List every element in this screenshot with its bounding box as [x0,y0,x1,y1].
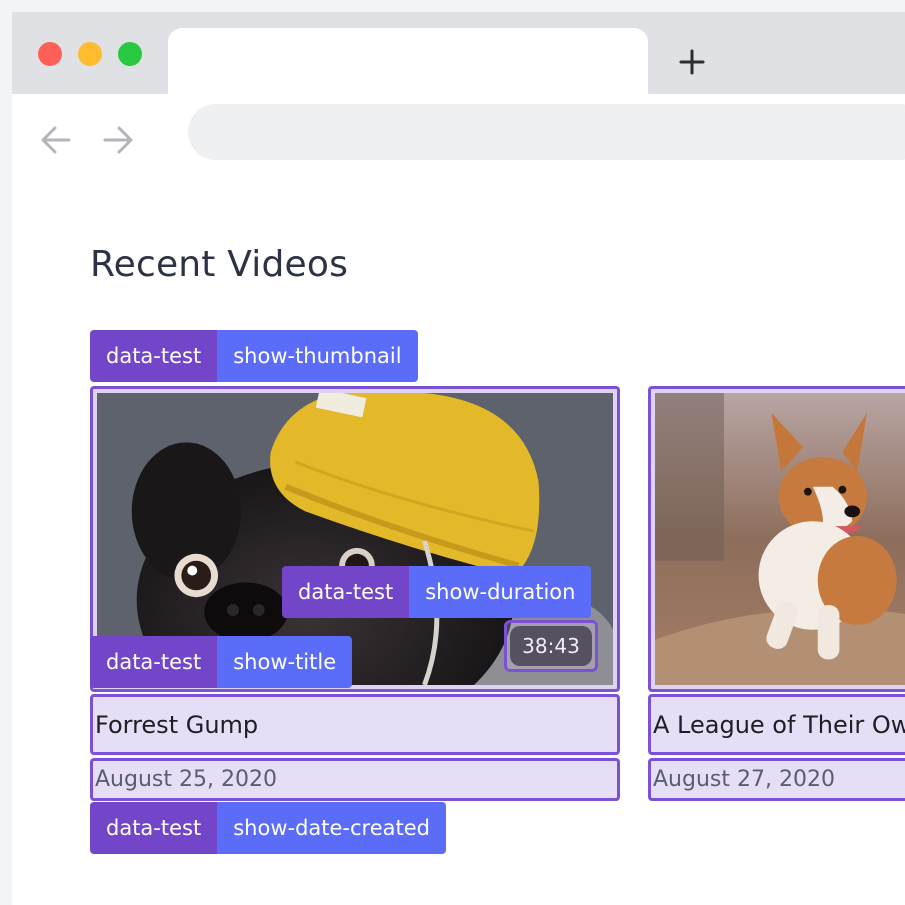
page-title: Recent Videos [90,244,349,285]
new-tab-button[interactable] [672,42,712,82]
tag-value: show-date-created [217,802,446,854]
browser-toolbar [12,94,905,174]
tag-key: data-test [90,802,218,854]
tag-value: show-title [217,636,353,688]
browser-window: Recent Videos data-test show-thumbnail d… [12,12,905,905]
maximize-window-button[interactable] [118,42,142,66]
minimize-window-button[interactable] [78,42,102,66]
video-title[interactable]: Forrest Gump [90,694,620,755]
tag-key: data-test [282,566,410,618]
video-date-text: August 27, 2020 [653,767,835,792]
tag-show-thumbnail: data-test show-thumbnail [90,330,418,382]
tag-value: show-thumbnail [217,330,418,382]
back-button[interactable] [36,120,76,160]
arrow-left-icon [41,126,71,154]
tag-key: data-test [90,330,218,382]
video-title[interactable]: A League of Their Own [648,694,905,755]
tag-key: data-test [90,636,218,688]
video-date-created: August 25, 2020 [90,758,620,801]
duration-text: 38:43 [510,626,592,666]
close-window-button[interactable] [38,42,62,66]
arrow-right-icon [103,126,133,154]
tag-value: show-duration [409,566,592,618]
tag-show-title: data-test show-title [90,636,353,688]
video-date-text: August 25, 2020 [95,767,277,792]
video-thumbnail[interactable] [648,386,905,692]
page-content: Recent Videos data-test show-thumbnail d… [12,174,905,905]
corgi-thumbnail-image [655,393,905,685]
forward-button[interactable] [98,120,138,160]
address-bar[interactable] [188,104,905,160]
video-title-text: A League of Their Own [653,710,905,739]
video-duration: 38:43 [504,620,598,672]
tag-show-date-created: data-test show-date-created [90,802,446,854]
title-bar [12,12,905,94]
video-date-created: August 27, 2020 [648,758,905,801]
video-title-text: Forrest Gump [95,710,259,739]
browser-tab[interactable] [168,28,648,94]
plus-icon [679,49,705,75]
tag-show-duration: data-test show-duration [282,566,592,618]
